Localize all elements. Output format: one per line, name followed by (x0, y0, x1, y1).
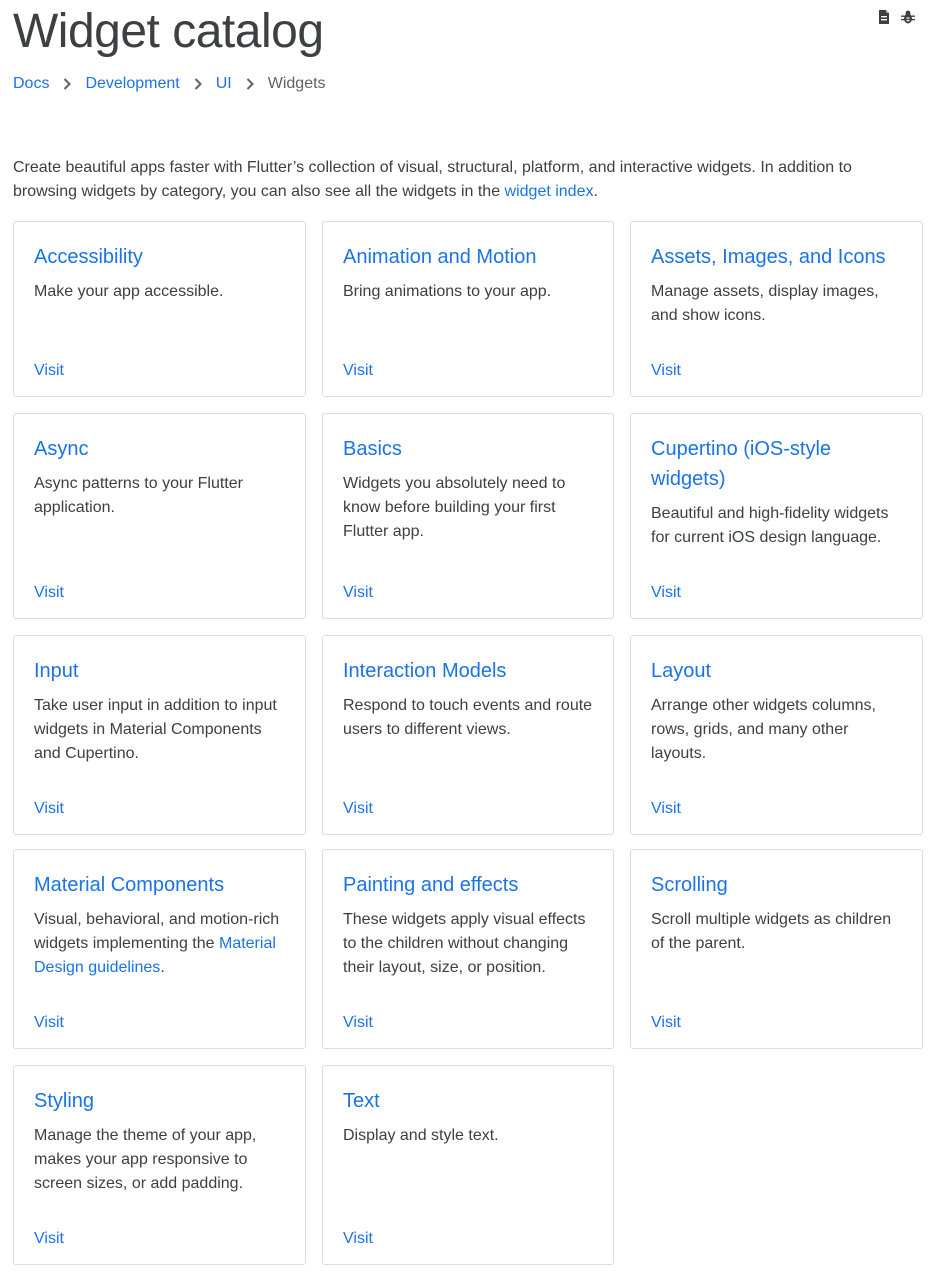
card-title[interactable]: Async (34, 434, 287, 464)
card-description: Widgets you absolutely need to know befo… (343, 475, 566, 540)
card-title[interactable]: Painting and effects (343, 870, 595, 900)
chevron-right-icon (64, 78, 72, 90)
card-basics: Basics Widgets you absolutely need to kn… (322, 413, 614, 619)
visit-link[interactable]: Visit (343, 1229, 373, 1249)
card-painting-and-effects: Painting and effects These widgets apply… (322, 849, 614, 1049)
card-input: Input Take user input in addition to inp… (13, 635, 306, 835)
card-description: Manage assets, display images, and show … (651, 283, 879, 324)
breadcrumb-ui[interactable]: UI (216, 73, 232, 95)
card-async: Async Async patterns to your Flutter app… (13, 413, 306, 619)
visit-link[interactable]: Visit (34, 583, 64, 603)
card-interaction-models: Interaction Models Respond to touch even… (322, 635, 614, 835)
card-styling: Styling Manage the theme of your app, ma… (13, 1065, 306, 1265)
card-title[interactable]: Animation and Motion (343, 242, 595, 272)
card-description: Respond to touch events and route users … (343, 697, 593, 738)
visit-link[interactable]: Visit (651, 799, 681, 819)
card-title[interactable]: Layout (651, 656, 904, 686)
card-description: These widgets apply visual effects to th… (343, 911, 586, 976)
document-icon[interactable] (876, 9, 892, 25)
card-description: Scroll multiple widgets as children of t… (651, 911, 892, 952)
card-description: Beautiful and high-fidelity widgets for … (651, 505, 889, 546)
visit-link[interactable]: Visit (34, 1013, 64, 1033)
card-text: Text Display and style text. Visit (322, 1065, 614, 1265)
visit-link[interactable]: Visit (651, 583, 681, 603)
visit-link[interactable]: Visit (34, 361, 64, 381)
card-description: Async patterns to your Flutter applicati… (34, 475, 243, 516)
card-title[interactable]: Accessibility (34, 242, 287, 272)
breadcrumb-docs[interactable]: Docs (13, 73, 49, 95)
visit-link[interactable]: Visit (651, 361, 681, 381)
card-title[interactable]: Scrolling (651, 870, 904, 900)
card-description: Bring animations to your app. (343, 283, 552, 300)
card-description: Display and style text. (343, 1127, 499, 1144)
card-description: Take user input in addition to input wid… (34, 697, 277, 762)
breadcrumb: Docs Development UI Widgets (13, 73, 326, 95)
card-assets-images-icons: Assets, Images, and Icons Manage assets,… (630, 221, 923, 397)
card-description-suffix: . (160, 959, 165, 976)
widget-index-link[interactable]: widget index (505, 183, 594, 200)
visit-link[interactable]: Visit (343, 361, 373, 381)
visit-link[interactable]: Visit (34, 1229, 64, 1249)
card-title[interactable]: Cupertino (iOS-style widgets) (651, 434, 904, 494)
card-animation-and-motion: Animation and Motion Bring animations to… (322, 221, 614, 397)
card-title[interactable]: Input (34, 656, 287, 686)
page-title: Widget catalog (13, 5, 324, 58)
card-scrolling: Scrolling Scroll multiple widgets as chi… (630, 849, 923, 1049)
card-material-components: Material Components Visual, behavioral, … (13, 849, 306, 1049)
card-title[interactable]: Text (343, 1086, 595, 1116)
intro-text: Create beautiful apps faster with Flutte… (13, 159, 852, 200)
visit-link[interactable]: Visit (343, 1013, 373, 1033)
chevron-right-icon (194, 78, 202, 90)
page-tools (876, 9, 916, 25)
bug-icon[interactable] (900, 9, 916, 25)
breadcrumb-development[interactable]: Development (85, 73, 179, 95)
card-title[interactable]: Material Components (34, 870, 287, 900)
intro-suffix: . (593, 183, 598, 200)
card-description: Make your app accessible. (34, 283, 224, 300)
visit-link[interactable]: Visit (343, 583, 373, 603)
card-title[interactable]: Assets, Images, and Icons (651, 242, 904, 272)
visit-link[interactable]: Visit (651, 1013, 681, 1033)
intro-paragraph: Create beautiful apps faster with Flutte… (13, 156, 893, 204)
visit-link[interactable]: Visit (34, 799, 64, 819)
visit-link[interactable]: Visit (343, 799, 373, 819)
card-cupertino: Cupertino (iOS-style widgets) Beautiful … (630, 413, 923, 619)
card-description: Arrange other widgets columns, rows, gri… (651, 697, 876, 762)
breadcrumb-current: Widgets (267, 75, 326, 92)
card-description: Manage the theme of your app, makes your… (34, 1127, 257, 1192)
chevron-right-icon (246, 78, 254, 90)
card-title[interactable]: Interaction Models (343, 656, 595, 686)
card-description: Visual, behavioral, and motion-rich widg… (34, 908, 289, 980)
card-layout: Layout Arrange other widgets columns, ro… (630, 635, 923, 835)
card-title[interactable]: Basics (343, 434, 595, 464)
card-accessibility: Accessibility Make your app accessible. … (13, 221, 306, 397)
card-title[interactable]: Styling (34, 1086, 287, 1116)
